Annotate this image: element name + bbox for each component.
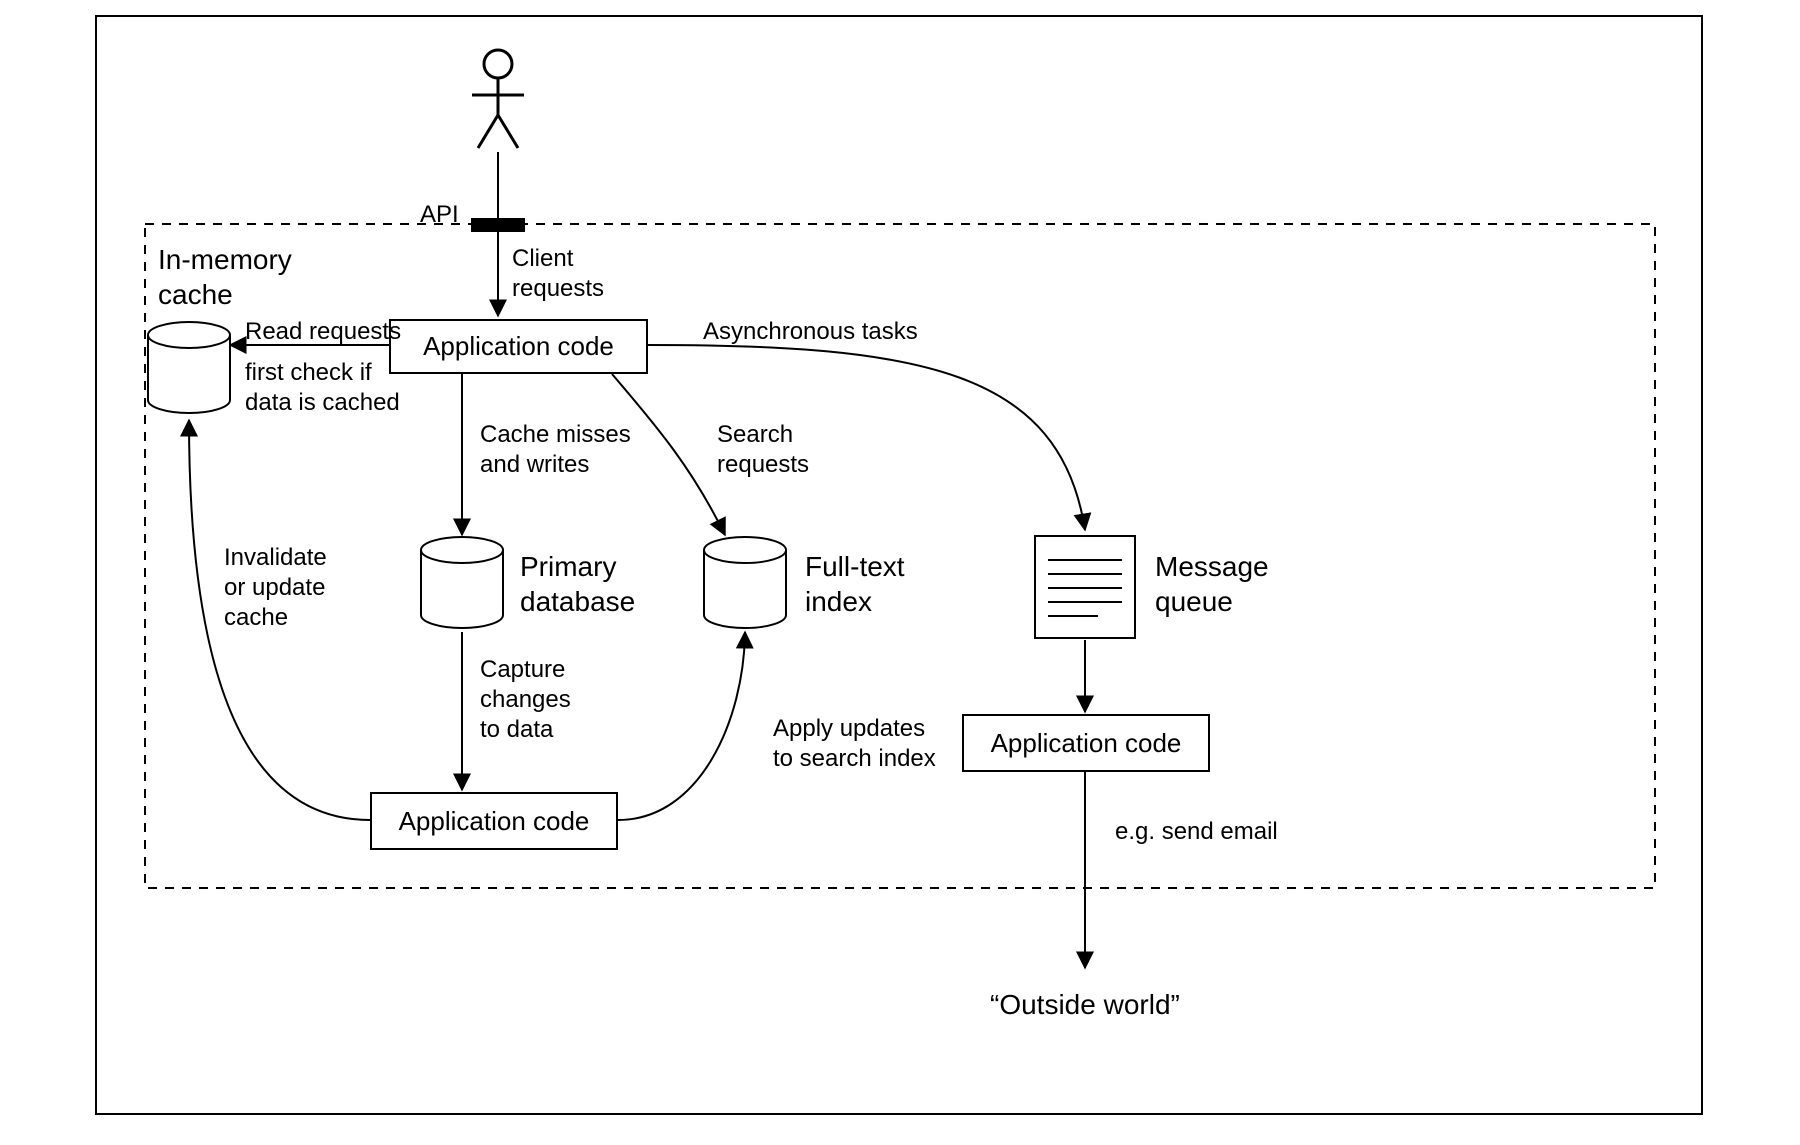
- api-label: API: [420, 200, 459, 230]
- outside-world-title: “Outside world”: [990, 987, 1180, 1022]
- send-email-label: e.g. send email: [1115, 817, 1278, 847]
- primary-db-title: Primary database: [520, 549, 635, 619]
- app-code-top-label: Application code: [423, 331, 614, 362]
- user-icon: [472, 50, 524, 148]
- app-code-bottom-box: Application code: [370, 792, 618, 850]
- app-code-bottom-label: Application code: [399, 806, 590, 837]
- primary-db-cylinder-icon: [421, 537, 503, 628]
- app-code-top-box: Application code: [389, 319, 648, 374]
- arrow-async-tasks: [648, 345, 1085, 530]
- capture-changes-label: Capture changes to data: [480, 655, 571, 745]
- app-code-right-label: Application code: [991, 728, 1182, 759]
- search-requests-label: Search requests: [717, 420, 809, 480]
- apply-updates-label: Apply updates to search index: [773, 714, 936, 774]
- app-code-right-box: Application code: [962, 714, 1210, 772]
- cache-cylinder-icon: [148, 322, 230, 413]
- first-check-label: first check if data is cached: [245, 358, 400, 418]
- cache-misses-label: Cache misses and writes: [480, 420, 631, 480]
- fulltext-cylinder-icon: [704, 537, 786, 628]
- message-queue-icon: [1035, 536, 1135, 638]
- read-requests-label: Read requests: [245, 317, 401, 347]
- async-tasks-label: Asynchronous tasks: [703, 317, 918, 347]
- arrow-apply-updates: [618, 632, 745, 820]
- cache-title: In-memory cache: [158, 242, 292, 312]
- message-queue-title: Message queue: [1155, 549, 1269, 619]
- invalidate-cache-label: Invalidate or update cache: [224, 543, 327, 633]
- fulltext-title: Full-text index: [805, 549, 905, 619]
- client-requests-label: Client requests: [512, 244, 604, 304]
